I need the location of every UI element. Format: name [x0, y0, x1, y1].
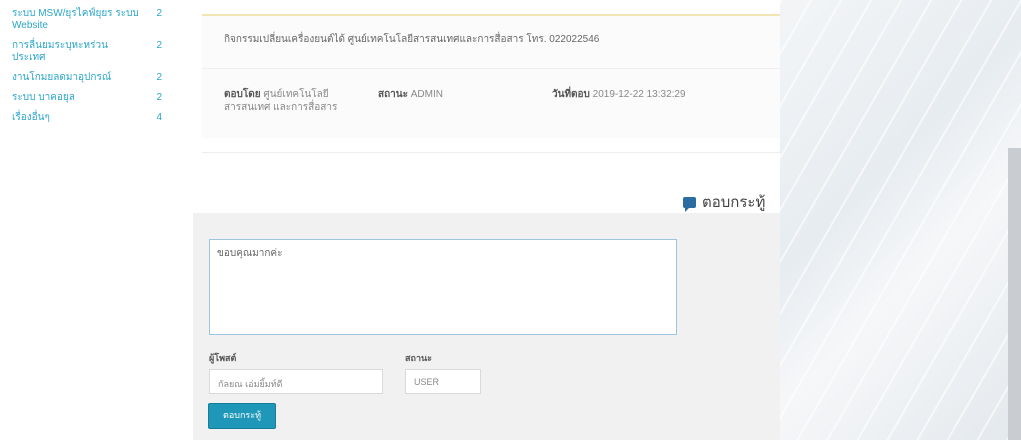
card-divider: [202, 68, 780, 69]
answer-status: สถานะ ADMIN: [378, 88, 443, 101]
reply-textarea[interactable]: ขอบคุณมากค่ะ: [209, 239, 677, 335]
answer-date: วันที่ตอบ 2019-12-22 13:32:29: [552, 88, 686, 101]
sidebar-item-label: ระบบ บาคอยุล: [12, 92, 75, 103]
sidebar-item-count: 2: [156, 72, 162, 83]
reply-heading: ตอบกระทู้: [683, 190, 765, 214]
sidebar-item-label: เรื่องอื่นๆ: [12, 112, 50, 123]
answer-message: กิจกรรมเปลี่ยนเครื่องยนต์ได้ ศูนย์เทคโนโ…: [224, 34, 600, 45]
sidebar-item-label: การลื่นยมระบุหะหร่วน ประเทศ: [12, 40, 108, 63]
status-label: สถานะ: [378, 89, 408, 100]
reply-form: ขอบคุณมากค่ะ ผู้โพสต์ สถานะ กัลยณ เอ่มยิ…: [193, 213, 780, 440]
sidebar-item-count: 4: [156, 112, 162, 123]
background-decoration: [780, 0, 1021, 440]
sidebar-item-network[interactable]: การลื่นยมระบุหะหร่วน ประเทศ 2: [0, 38, 170, 70]
author-label: ตอบโดย: [224, 89, 261, 100]
sidebar-item-website[interactable]: ระบบ MSW/ยุรไคฟ์ยุยร ระบบ Website 2: [0, 6, 170, 38]
reply-heading-text: ตอบกระทู้: [702, 194, 766, 211]
date-value: 2019-12-22 13:32:29: [592, 89, 686, 100]
sidebar-item-count: 2: [156, 8, 162, 19]
sidebar-item-label: งานโกมยลดมาอุปกรณ์: [12, 72, 112, 83]
sidebar-item-count: 2: [156, 40, 162, 51]
sidebar-item-system[interactable]: ระบบ บาคอยุล 2: [0, 90, 170, 110]
category-sidebar: ระบบ MSW/ยุรไคฟ์ยุยร ระบบ Website 2 การล…: [0, 6, 170, 130]
date-label: วันที่ตอบ: [552, 89, 590, 100]
sidebar-item-other[interactable]: เรื่องอื่นๆ 4: [0, 110, 170, 130]
responder-input[interactable]: กัลยณ เอ่มยิ้มท์ดี: [209, 369, 383, 394]
status-value: ADMIN: [410, 89, 443, 100]
sidebar-item-equipment[interactable]: งานโกมยลดมาอุปกรณ์ 2: [0, 70, 170, 90]
status-input[interactable]: USER: [405, 369, 481, 394]
submit-reply-button[interactable]: ตอบกระทู้: [208, 403, 276, 429]
sidebar-item-label: ระบบ MSW/ยุรไคฟ์ยุยร ระบบ Website: [12, 8, 139, 31]
answer-author: ตอบโดย ศูนย์เทคโนโลยีสารสนเทศ และการสื่อ…: [224, 88, 354, 114]
answer-card: กิจกรรมเปลี่ยนเครื่องยนต์ได้ ศูนย์เทคโนโ…: [202, 14, 780, 138]
scrollbar[interactable]: [1008, 148, 1021, 440]
comment-icon: [683, 196, 696, 212]
section-divider: [202, 152, 780, 153]
responder-label: ผู้โพสต์: [209, 353, 237, 363]
status-field-label: สถานะ: [405, 353, 432, 363]
sidebar-item-count: 2: [156, 92, 162, 103]
